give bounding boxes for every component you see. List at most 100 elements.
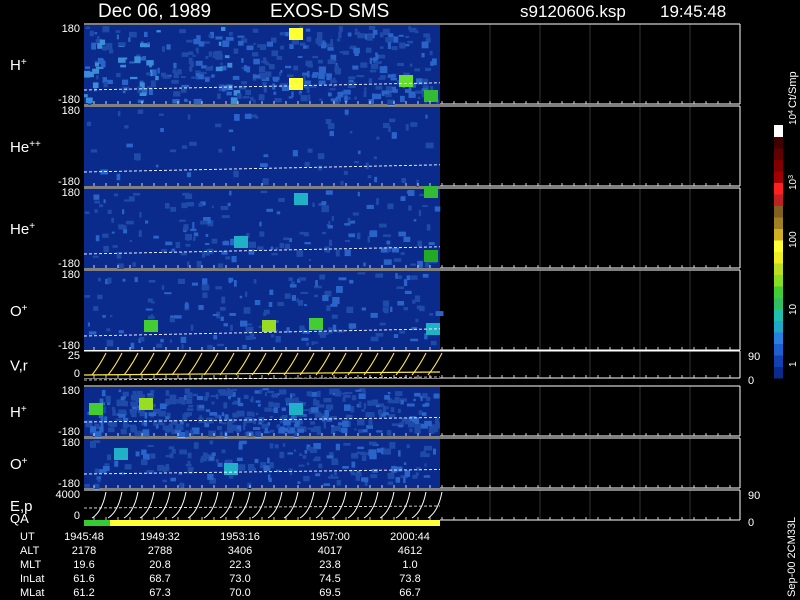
speckle xyxy=(306,462,310,466)
speckle xyxy=(332,324,337,332)
speckle xyxy=(400,399,404,405)
speckle xyxy=(92,82,99,88)
speckle xyxy=(435,311,444,316)
speckle xyxy=(422,404,428,407)
speckle xyxy=(230,97,238,105)
speckle xyxy=(215,53,223,60)
speckle xyxy=(137,86,142,93)
speckle xyxy=(311,74,318,78)
speckle xyxy=(106,328,111,332)
speckle xyxy=(219,431,223,436)
speckle xyxy=(302,455,307,459)
ephem-cell: 4612 xyxy=(398,545,422,557)
y-top-label: 25 xyxy=(68,350,80,362)
speckle xyxy=(226,388,230,393)
speckle xyxy=(389,118,396,123)
speckle xyxy=(252,28,259,33)
speckle xyxy=(367,400,373,406)
speckle xyxy=(234,114,240,121)
speckle xyxy=(254,458,259,464)
speckle xyxy=(215,286,223,290)
speckle xyxy=(391,465,397,473)
speckle xyxy=(208,34,212,38)
speckle xyxy=(336,38,341,42)
speckle xyxy=(317,153,325,160)
speckle xyxy=(367,235,370,241)
speckle xyxy=(408,190,415,196)
ephem-cell: 66.7 xyxy=(399,587,420,599)
speckle xyxy=(88,331,97,335)
speckle xyxy=(283,419,291,426)
speckle xyxy=(236,457,243,462)
panel-label-sup: + xyxy=(22,303,28,314)
speckle xyxy=(284,293,291,299)
speckle xyxy=(264,407,272,412)
speckle xyxy=(260,163,268,167)
speckle xyxy=(385,37,394,42)
speckle xyxy=(353,212,359,216)
speckle xyxy=(232,75,240,80)
panel-he_plus: He+180-180 xyxy=(10,186,741,270)
speckle xyxy=(284,428,289,432)
speckle xyxy=(360,452,368,456)
speckle xyxy=(422,78,429,85)
speckle xyxy=(425,67,432,72)
speckle xyxy=(207,344,213,350)
speckle xyxy=(297,56,303,58)
speckle xyxy=(351,452,359,459)
speckle xyxy=(401,178,406,183)
speckle xyxy=(200,71,207,75)
speckle xyxy=(174,430,182,433)
speckle xyxy=(223,323,228,327)
speckle xyxy=(366,34,373,41)
speckle xyxy=(347,32,352,37)
speckle xyxy=(315,37,323,44)
speckle xyxy=(356,75,365,78)
speckle xyxy=(213,335,218,340)
colorbar-tick-label: 10 xyxy=(788,303,799,315)
speckle xyxy=(125,220,134,225)
speckle xyxy=(243,307,251,314)
speckle xyxy=(252,52,259,57)
speckle xyxy=(288,277,293,281)
speckle xyxy=(328,221,331,225)
speckle xyxy=(386,430,392,436)
speckle xyxy=(122,209,125,215)
y-bottom-label: 0 xyxy=(74,510,80,522)
speckle xyxy=(387,42,391,49)
speckle xyxy=(136,390,143,397)
speckle xyxy=(246,45,254,51)
speckle xyxy=(118,224,125,229)
speckle xyxy=(375,85,383,90)
speckle xyxy=(185,423,190,427)
speckle xyxy=(193,232,199,237)
colorbar-cell xyxy=(774,125,783,137)
speckle xyxy=(124,464,132,470)
speckle xyxy=(157,418,163,425)
speckle xyxy=(414,68,420,72)
speckle xyxy=(388,33,394,38)
speckle xyxy=(102,26,110,33)
speckle xyxy=(269,462,274,469)
speckle xyxy=(177,69,182,75)
colorbar-tick-exp: 3 xyxy=(788,175,795,179)
speckle xyxy=(293,449,297,452)
speckle xyxy=(357,272,366,275)
speckle xyxy=(225,36,234,41)
speckle xyxy=(368,418,373,426)
speckle xyxy=(146,60,154,66)
speckle xyxy=(186,172,192,178)
speckle xyxy=(307,70,310,78)
speckle xyxy=(257,44,264,48)
colorbar-tick-label: 104 xyxy=(788,110,800,125)
speckle xyxy=(258,66,266,73)
speckle xyxy=(107,277,112,284)
speckle xyxy=(429,313,434,316)
speckle xyxy=(122,278,126,282)
speckle xyxy=(200,458,204,463)
speckle xyxy=(143,44,150,48)
right-bottom-label: 0 xyxy=(748,375,754,387)
speckle xyxy=(209,456,215,461)
speckle xyxy=(327,59,336,65)
ephem-cell: 1949:32 xyxy=(140,531,180,543)
